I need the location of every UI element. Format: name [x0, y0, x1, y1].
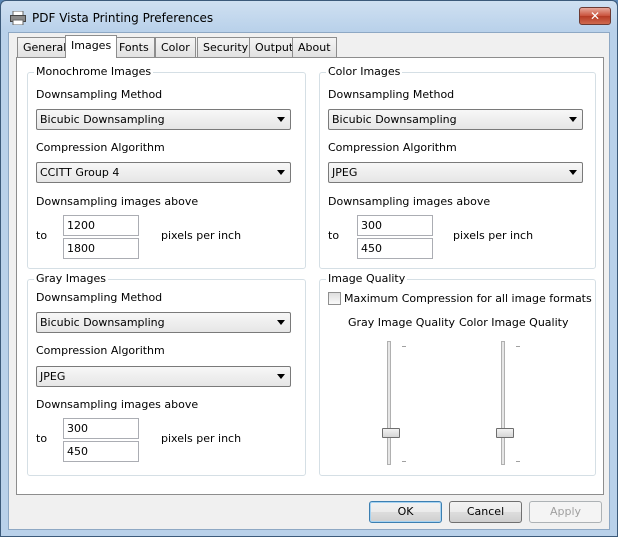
slider-tick [516, 346, 520, 347]
apply-button[interactable]: Apply [529, 501, 602, 523]
chevron-down-icon [277, 117, 285, 122]
tab-fonts[interactable]: Fonts [113, 37, 155, 57]
to-label: to [36, 229, 48, 242]
monochrome-images-group: Monochrome Images Downsampling Method Bi… [27, 65, 306, 269]
ok-button[interactable]: OK [369, 501, 442, 523]
slider-thumb[interactable] [496, 427, 514, 438]
to-label: to [328, 229, 340, 242]
downsampling-method-label: Downsampling Method [36, 88, 163, 101]
downsampling-above-label: Downsampling images above [36, 195, 199, 208]
tab-security[interactable]: Security [197, 37, 255, 57]
downsampling-above-label: Downsampling images above [328, 195, 491, 208]
selected-value: Bicubic Downsampling [40, 316, 165, 329]
mono-above-field[interactable]: 1200 [63, 215, 139, 236]
selected-value: CCITT Group 4 [40, 166, 120, 179]
dialog-client: General Images Fonts Color Security Outp… [8, 32, 610, 530]
slider-track [387, 341, 391, 465]
group-title: Color Images [326, 65, 403, 78]
to-label: to [36, 432, 48, 445]
compression-algorithm-label: Compression Algorithm [328, 141, 457, 154]
gray-images-group: Gray Images Downsampling Method Bicubic … [27, 272, 306, 476]
tab-about[interactable]: About [292, 37, 337, 57]
color-compression-select[interactable]: JPEG [328, 162, 583, 183]
gray-above-field[interactable]: 300 [63, 418, 139, 439]
tab-images[interactable]: Images [65, 35, 118, 58]
tab-color[interactable]: Color [155, 37, 196, 57]
pixels-per-inch-label: pixels per inch [161, 432, 242, 445]
color-to-field[interactable]: 450 [357, 238, 433, 259]
image-quality-group: Image Quality Maximum Compression for al… [319, 272, 596, 476]
group-title: Image Quality [326, 272, 408, 285]
color-images-group: Color Images Downsampling Method Bicubic… [319, 65, 596, 269]
selected-value: JPEG [40, 370, 66, 383]
downsampling-method-label: Downsampling Method [328, 88, 455, 101]
selected-value: Bicubic Downsampling [40, 113, 165, 126]
color-quality-label: Color Image Quality [459, 316, 569, 329]
color-downsampling-select[interactable]: Bicubic Downsampling [328, 109, 583, 130]
gray-downsampling-select[interactable]: Bicubic Downsampling [36, 312, 291, 333]
chevron-down-icon [277, 170, 285, 175]
window-title: PDF Vista Printing Preferences [32, 11, 214, 25]
group-title: Gray Images [34, 272, 108, 285]
selected-value: JPEG [332, 166, 358, 179]
preferences-window: PDF Vista Printing Preferences ✕ General… [0, 0, 618, 537]
slider-tick [516, 461, 520, 462]
slider-tick [402, 346, 406, 347]
max-compression-checkbox[interactable] [328, 292, 341, 305]
printer-icon [10, 11, 26, 25]
color-above-field[interactable]: 300 [357, 215, 433, 236]
chevron-down-icon [569, 117, 577, 122]
max-compression-label: Maximum Compression for all image format… [344, 292, 592, 305]
pixels-per-inch-label: pixels per inch [453, 229, 534, 242]
pixels-per-inch-label: pixels per inch [161, 229, 242, 242]
chevron-down-icon [277, 320, 285, 325]
slider-track [501, 341, 505, 465]
selected-value: Bicubic Downsampling [332, 113, 457, 126]
chevron-down-icon [569, 170, 577, 175]
compression-algorithm-label: Compression Algorithm [36, 141, 165, 154]
compression-algorithm-label: Compression Algorithm [36, 344, 165, 357]
gray-quality-label: Gray Image Quality [348, 316, 456, 329]
mono-compression-select[interactable]: CCITT Group 4 [36, 162, 291, 183]
gray-to-field[interactable]: 450 [63, 441, 139, 462]
slider-tick [402, 461, 406, 462]
images-tab-panel: Monochrome Images Downsampling Method Bi… [16, 57, 604, 495]
gray-compression-select[interactable]: JPEG [36, 366, 291, 387]
group-title: Monochrome Images [34, 65, 154, 78]
title-bar[interactable]: PDF Vista Printing Preferences ✕ [1, 1, 617, 35]
downsampling-method-label: Downsampling Method [36, 291, 163, 304]
slider-thumb[interactable] [382, 427, 400, 438]
downsampling-above-label: Downsampling images above [36, 398, 199, 411]
mono-downsampling-select[interactable]: Bicubic Downsampling [36, 109, 291, 130]
cancel-button[interactable]: Cancel [449, 501, 522, 523]
close-button[interactable]: ✕ [579, 7, 611, 25]
mono-to-field[interactable]: 1800 [63, 238, 139, 259]
chevron-down-icon [277, 374, 285, 379]
